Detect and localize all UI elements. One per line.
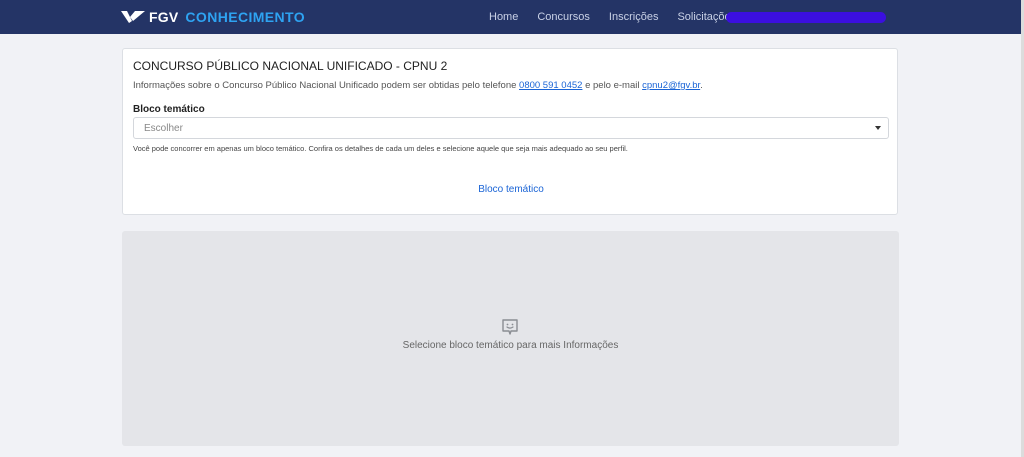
phone-link[interactable]: 0800 591 0452 (519, 80, 582, 91)
info-placeholder-panel: Selecione bloco temático para mais Infor… (122, 231, 899, 446)
brand-fgv-text: FGV (149, 9, 179, 25)
select-placeholder: Escolher (144, 123, 183, 134)
fgv-logo-icon (121, 11, 145, 23)
concurso-card: CONCURSO PÚBLICO NACIONAL UNIFICADO - CP… (122, 48, 898, 215)
main-nav: Home Concursos Inscrições Solicitações (489, 0, 755, 34)
contact-info-suffix: . (700, 80, 703, 91)
caret-down-icon (875, 126, 881, 130)
page: FGV CONHECIMENTO Home Concursos Inscriçõ… (0, 0, 1021, 457)
nav-home-link[interactable]: Home (489, 11, 518, 23)
nav-inscricoes-link[interactable]: Inscrições (609, 11, 659, 23)
bloco-tematico-link[interactable]: Bloco temático (123, 184, 899, 195)
select-help-text: Você pode concorrer em apenas um bloco t… (133, 144, 628, 153)
message-smile-icon (502, 319, 518, 335)
top-navbar: FGV CONHECIMENTO Home Concursos Inscriçõ… (0, 0, 1021, 34)
email-link[interactable]: cpnu2@fgv.br (642, 80, 700, 91)
info-placeholder-text: Selecione bloco temático para mais Infor… (402, 340, 619, 351)
brand-conhecimento-text: CONHECIMENTO (185, 9, 306, 25)
user-menu-pill[interactable] (726, 12, 886, 23)
brand-logo[interactable]: FGV CONHECIMENTO (121, 8, 305, 26)
contact-info-middle: e pelo e-mail (585, 80, 640, 91)
bloco-tematico-label: Bloco temático (133, 104, 205, 115)
contact-info-prefix: Informações sobre o Concurso Público Nac… (133, 80, 517, 91)
bloco-tematico-select[interactable]: Escolher (133, 117, 889, 139)
page-title: CONCURSO PÚBLICO NACIONAL UNIFICADO - CP… (133, 59, 448, 73)
nav-concursos-link[interactable]: Concursos (537, 11, 590, 23)
contact-info: Informações sobre o Concurso Público Nac… (133, 80, 703, 91)
